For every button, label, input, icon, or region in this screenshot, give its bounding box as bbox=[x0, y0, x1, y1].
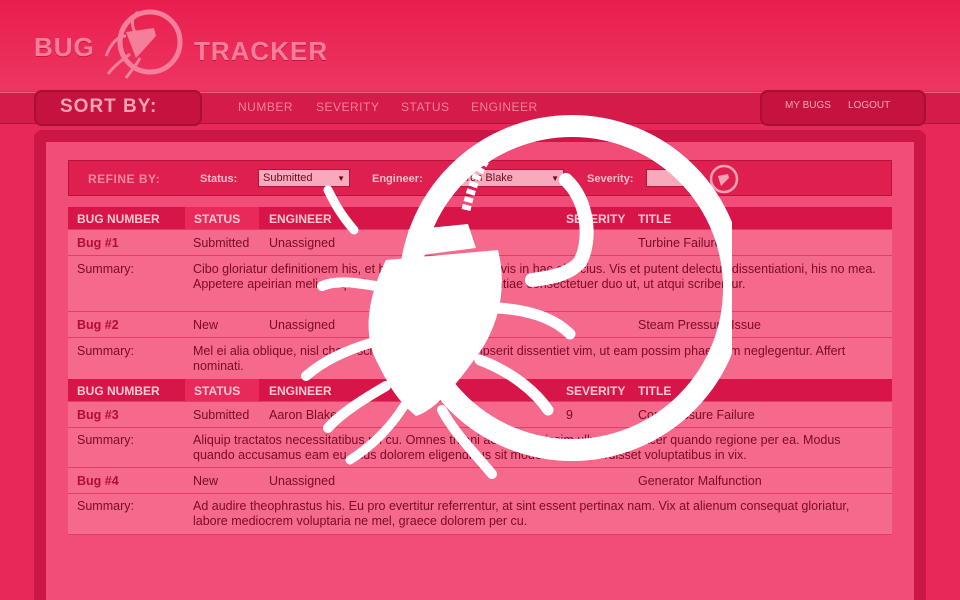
sort-option-severity[interactable]: SEVERITY bbox=[316, 100, 379, 114]
bug-title: Turbine Failure bbox=[638, 236, 722, 250]
summary-label: Summary: bbox=[77, 262, 134, 276]
app-logo[interactable]: BUG TRACKER bbox=[34, 4, 354, 82]
filter-bug-icon[interactable] bbox=[708, 163, 740, 195]
bug-summary: Aliquip tractatos necessitatibus pri cu.… bbox=[193, 433, 841, 462]
engineer-filter-select[interactable]: Aaron Blake ▼ bbox=[448, 169, 564, 187]
engineer-filter-value: Aaron Blake bbox=[453, 172, 513, 184]
bug-title: Steam Pressure Issue bbox=[638, 318, 761, 332]
bug-status: New bbox=[193, 318, 219, 332]
chevron-down-icon: ▼ bbox=[683, 174, 691, 183]
chevron-down-icon: ▼ bbox=[551, 174, 559, 183]
bug-engineer: Unassigned bbox=[269, 236, 336, 250]
column-header-engineer[interactable]: ENGINEER bbox=[269, 384, 332, 398]
logout-link[interactable]: LOGOUT bbox=[848, 100, 890, 111]
status-filter-label: Status: bbox=[200, 173, 238, 185]
column-header-status[interactable]: STATUS bbox=[194, 212, 240, 226]
column-header-title[interactable]: TITLE bbox=[638, 212, 671, 226]
status-filter-select[interactable]: Submitted ▼ bbox=[258, 169, 350, 187]
table-header bbox=[68, 207, 892, 229]
sort-by-label: SORT BY: bbox=[60, 96, 158, 117]
summary-label: Summary: bbox=[77, 344, 134, 358]
column-header-bug-number[interactable]: BUG NUMBER bbox=[77, 212, 160, 226]
bug-severity: 9 bbox=[566, 408, 573, 422]
severity-filter-select[interactable]: ▼ bbox=[646, 169, 696, 187]
column-header-status[interactable]: STATUS bbox=[194, 384, 240, 398]
refine-by-label: REFINE BY: bbox=[88, 172, 161, 186]
bug-summary: Cibo gloriatur definitionem his, et his … bbox=[193, 262, 876, 291]
bug-number[interactable]: Bug #2 bbox=[77, 318, 119, 332]
bug-status: Submitted bbox=[193, 408, 250, 422]
bug-number[interactable]: Bug #1 bbox=[77, 236, 119, 250]
bug-engineer: Unassigned bbox=[269, 318, 336, 332]
bug-number[interactable]: Bug #4 bbox=[77, 474, 119, 488]
table-header bbox=[68, 379, 892, 401]
sort-option-number[interactable]: NUMBER bbox=[238, 100, 293, 114]
status-filter-value: Submitted bbox=[263, 172, 313, 184]
sort-option-engineer[interactable]: ENGINEER bbox=[471, 100, 538, 114]
bug-status: New bbox=[193, 474, 219, 488]
chevron-down-icon: ▼ bbox=[337, 174, 345, 183]
column-header-severity[interactable]: SEVERITY bbox=[566, 384, 625, 398]
bug-summary: Mel ei alia oblique, nisl choro scriptor… bbox=[193, 344, 846, 373]
bug-title: Generator Malfunction bbox=[638, 474, 762, 488]
summary-label: Summary: bbox=[77, 433, 134, 447]
engineer-filter-label: Engineer: bbox=[372, 173, 423, 185]
table-row[interactable] bbox=[68, 467, 892, 493]
bug-engineer: Aaron Blake bbox=[269, 408, 338, 422]
bug-title: Compressure Failure bbox=[638, 408, 755, 422]
column-header-title[interactable]: TITLE bbox=[638, 384, 671, 398]
table-row[interactable] bbox=[68, 229, 892, 255]
bug-status: Submitted bbox=[193, 236, 250, 250]
logo-word-tracker: TRACKER bbox=[194, 36, 329, 66]
column-header-severity[interactable]: SEVERITY bbox=[566, 212, 625, 226]
table-row[interactable] bbox=[68, 311, 892, 337]
logo-word-bug: BUG bbox=[34, 32, 95, 62]
column-header-bug-number[interactable]: BUG NUMBER bbox=[77, 384, 160, 398]
bug-number[interactable]: Bug #3 bbox=[77, 408, 119, 422]
bug-engineer: Unassigned bbox=[269, 474, 336, 488]
severity-filter-label: Severity: bbox=[587, 173, 634, 185]
sort-option-status[interactable]: STATUS bbox=[401, 100, 450, 114]
bug-summary: Ad audire theophrastus his. Eu pro evert… bbox=[193, 499, 850, 528]
table-row[interactable] bbox=[68, 401, 892, 427]
bug-emblem-icon bbox=[104, 9, 183, 79]
column-header-engineer[interactable]: ENGINEER bbox=[269, 212, 332, 226]
summary-label: Summary: bbox=[77, 499, 134, 513]
my-bugs-link[interactable]: MY BUGS bbox=[785, 100, 831, 111]
